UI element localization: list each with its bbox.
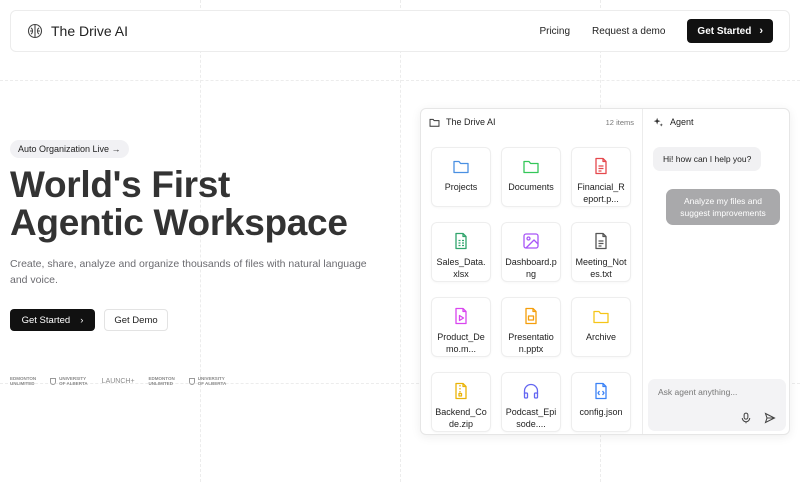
logo-university-of-alberta: UNIVERSITY OF ALBERTA <box>188 376 226 386</box>
code-file-icon <box>595 382 607 400</box>
hero-title-line-2: Agentic Workspace <box>10 202 348 243</box>
file-name: Backend_Code.zip <box>435 407 487 429</box>
file-name: Dashboard.png <box>505 257 557 279</box>
sparkles-icon <box>653 117 663 127</box>
file-name: Podcast_Episode.... <box>505 407 557 429</box>
grid-guide-line <box>0 80 800 81</box>
file-card[interactable]: Meeting_Notes.txt <box>571 222 631 282</box>
microphone-icon[interactable] <box>740 412 752 424</box>
file-card[interactable]: Dashboard.png <box>501 222 561 282</box>
logo-edmonton-unlimited: EDMONTON UNLIMITED <box>148 376 175 386</box>
file-card[interactable]: Financial_Report.p... <box>571 147 631 207</box>
logo-university-of-alberta: UNIVERSITY OF ALBERTA <box>50 376 88 386</box>
get-started-button[interactable]: Get Started › <box>10 309 95 331</box>
file-card[interactable]: Documents <box>501 147 561 207</box>
file-name: config.json <box>579 407 623 417</box>
file-name: Presentation.pptx <box>508 332 554 354</box>
assistant-message: Hi! how can I help you? <box>653 147 762 171</box>
item-count: 12 items <box>605 117 634 127</box>
drive-panel: The Drive AI 12 items Projects Documents F… <box>421 109 643 434</box>
brain-logo-icon <box>27 23 43 39</box>
hero-title: World's First Agentic Workspace <box>10 166 348 242</box>
agent-panel: Agent Hi! how can I help you? Analyze my… <box>643 109 789 434</box>
file-name: Projects <box>444 182 478 192</box>
shield-icon <box>188 377 195 385</box>
file-card[interactable]: Projects <box>431 147 491 207</box>
folder-icon <box>453 160 469 174</box>
shield-icon <box>50 377 57 385</box>
get-demo-button[interactable]: Get Demo <box>104 309 168 331</box>
file-name: Financial_Report.p... <box>577 182 625 204</box>
chevron-right-icon: › <box>759 25 763 37</box>
send-icon[interactable] <box>764 412 776 424</box>
agent-chat-input[interactable] <box>658 387 776 397</box>
archive-file-icon <box>455 382 467 400</box>
spreadsheet-icon <box>455 232 467 250</box>
file-card[interactable]: config.json <box>571 372 631 432</box>
chat-composer <box>648 379 786 431</box>
file-card[interactable]: Archive <box>571 297 631 357</box>
user-message: Analyze my files and suggest improvement… <box>666 189 780 225</box>
get-started-nav-button[interactable]: Get Started › <box>687 19 773 43</box>
nav-link-pricing[interactable]: Pricing <box>539 26 570 37</box>
file-name: Sales_Data.xlsx <box>436 257 486 279</box>
announcement-badge[interactable]: Auto Organization Live → <box>10 140 129 158</box>
file-card[interactable]: Presentation.pptx <box>501 297 561 357</box>
hero-title-line-1: World's First <box>10 164 231 205</box>
brand[interactable]: The Drive AI <box>27 23 128 39</box>
chevron-right-icon: › <box>80 314 84 326</box>
app-preview-window: The Drive AI 12 items Projects Documents F… <box>420 108 790 435</box>
brand-name: The Drive AI <box>51 23 129 39</box>
folder-icon <box>429 118 440 127</box>
video-file-icon <box>455 307 467 325</box>
drive-title: The Drive AI <box>446 117 496 127</box>
file-name: Product_Demo.m... <box>437 332 485 354</box>
file-card[interactable]: Backend_Code.zip <box>431 372 491 432</box>
nav-link-request-demo[interactable]: Request a demo <box>592 26 665 37</box>
folder-icon <box>523 160 539 174</box>
headphones-icon <box>523 383 539 399</box>
logo-launch: LAUNCH+ <box>101 377 135 385</box>
get-started-label: Get Started <box>697 25 752 37</box>
drive-header: The Drive AI 12 items <box>421 109 642 135</box>
partner-logos: EDMONTON UNLIMITED UNIVERSITY OF ALBERTA L… <box>10 376 226 386</box>
navbar: The Drive AI Pricing Request a demo Get … <box>10 10 790 52</box>
folder-icon <box>593 310 609 324</box>
file-text-icon <box>595 157 607 175</box>
file-card[interactable]: Sales_Data.xlsx <box>431 222 491 282</box>
image-icon <box>523 233 539 249</box>
agent-title: Agent <box>670 117 694 127</box>
hero-subtitle: Create, share, analyze and organize thou… <box>10 258 367 286</box>
presentation-icon <box>525 307 537 325</box>
file-card[interactable]: Product_Demo.m... <box>431 297 491 357</box>
get-started-button-label: Get Started <box>21 314 71 326</box>
logo-edmonton-unlimited: EDMONTON UNLIMITED <box>10 376 37 386</box>
file-name: Documents <box>508 182 554 192</box>
grid-guide-line <box>400 0 401 482</box>
file-name: Archive <box>585 332 616 342</box>
agent-header: Agent <box>643 109 789 135</box>
file-name: Meeting_Notes.txt <box>575 257 627 279</box>
file-text-icon <box>595 232 607 250</box>
file-card[interactable]: Podcast_Episode.... <box>501 372 561 432</box>
file-grid: Projects Documents Financial_Report.p... Sa… <box>431 147 631 432</box>
